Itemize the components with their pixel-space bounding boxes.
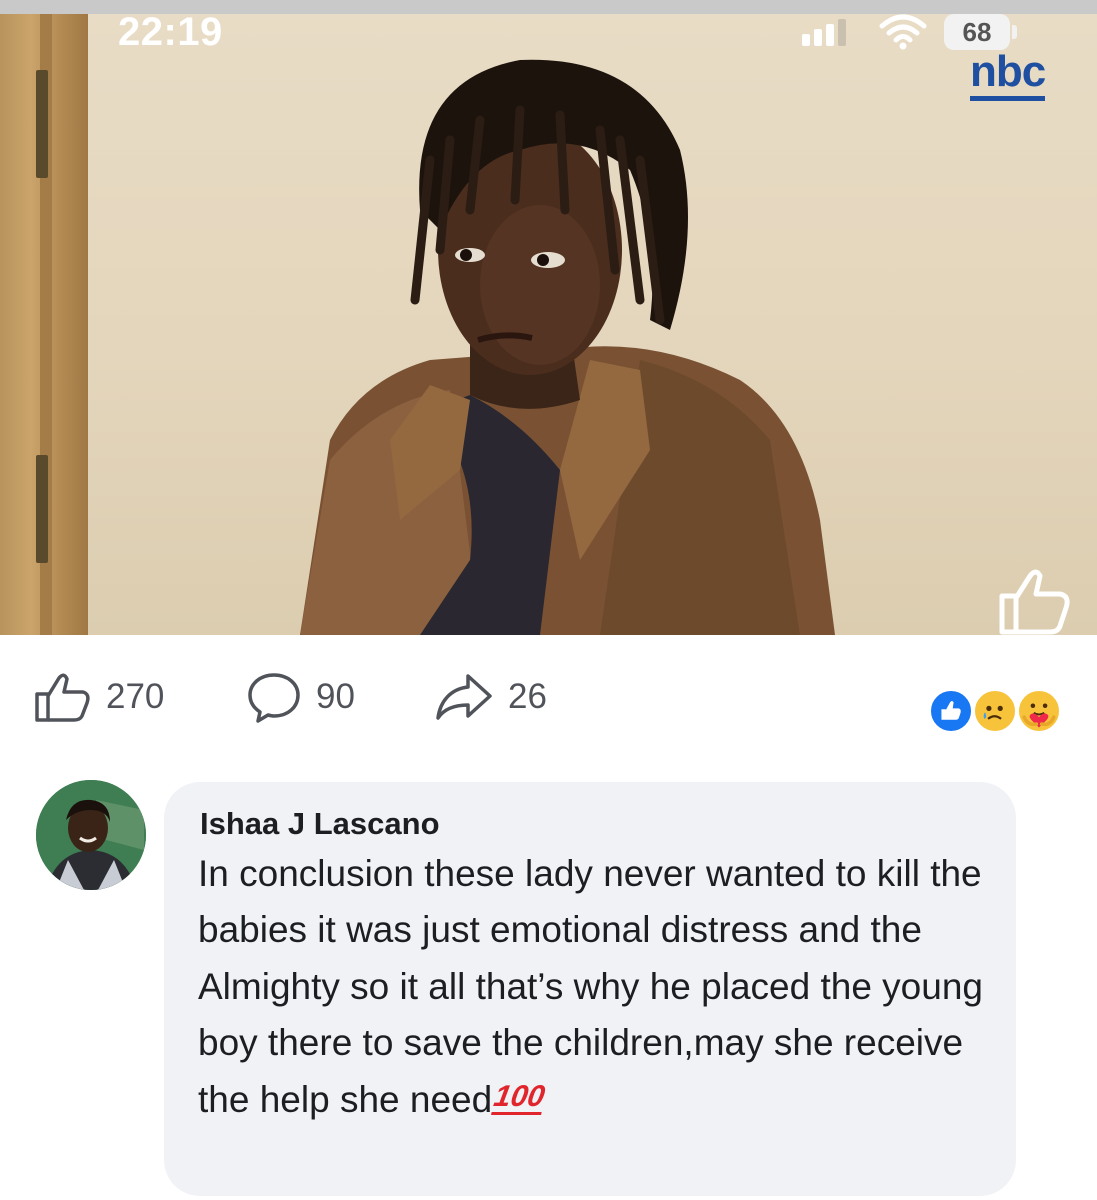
reactions-summary[interactable] bbox=[928, 688, 1068, 736]
battery-nub bbox=[1012, 25, 1017, 39]
wifi-icon bbox=[879, 14, 927, 50]
comment-icon bbox=[248, 673, 300, 723]
channel-logo: nbc bbox=[970, 50, 1046, 101]
comment-author[interactable]: Ishaa J Lascano bbox=[200, 806, 440, 842]
comment-count: 90 bbox=[316, 677, 355, 716]
like-count: 270 bbox=[106, 677, 165, 716]
like-reaction-icon bbox=[928, 688, 974, 734]
comment-body: In conclusion these lady never wanted to… bbox=[198, 853, 983, 1120]
like-button[interactable]: 270 bbox=[34, 672, 164, 722]
battery-indicator: 68 bbox=[944, 14, 1010, 50]
hundred-points-icon: 100 bbox=[491, 1079, 548, 1115]
comment-text: In conclusion these lady never wanted to… bbox=[198, 846, 998, 1128]
signal-icon bbox=[802, 19, 846, 46]
video-player[interactable]: 22:19 68 nbc bbox=[0, 0, 1097, 635]
comment-button[interactable]: 90 bbox=[246, 672, 355, 723]
avatar-image bbox=[36, 780, 146, 890]
sad-reaction-icon bbox=[972, 688, 1018, 734]
share-icon bbox=[436, 674, 492, 720]
care-reaction-icon bbox=[1016, 688, 1062, 734]
thumbs-up-icon[interactable] bbox=[996, 566, 1076, 635]
thumbs-up-icon bbox=[35, 673, 90, 722]
status-time: 22:19 bbox=[118, 10, 223, 54]
share-count: 26 bbox=[508, 677, 547, 716]
video-frame-person bbox=[300, 59, 835, 635]
avatar[interactable] bbox=[36, 780, 146, 890]
share-button[interactable]: 26 bbox=[434, 672, 547, 722]
